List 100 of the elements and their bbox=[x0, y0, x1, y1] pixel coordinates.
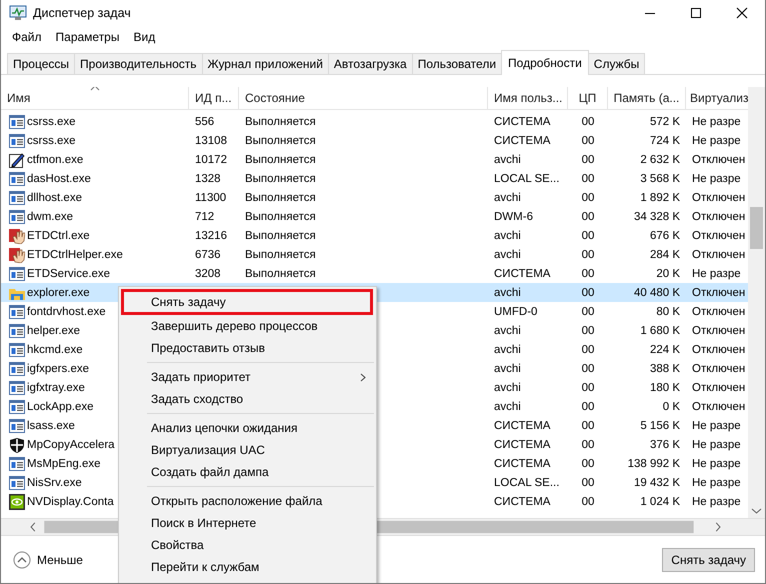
context-menu-item[interactable]: Задать сходство bbox=[119, 388, 376, 410]
context-menu-item[interactable]: Задать приоритет bbox=[119, 366, 376, 388]
tab[interactable]: Производительность bbox=[74, 53, 202, 74]
process-name[interactable]: explorer.exe bbox=[27, 286, 90, 298]
process-name[interactable]: NisSrv.exe bbox=[27, 476, 82, 488]
table-cell: Отключен bbox=[692, 192, 746, 204]
context-menu-item[interactable]: Открыть расположение файла bbox=[119, 490, 376, 512]
table-cell: 10172 bbox=[195, 154, 227, 166]
context-menu-item[interactable]: Создать файл дампа bbox=[119, 461, 376, 483]
column-header[interactable]: ЦП bbox=[568, 87, 608, 109]
app-window-icon bbox=[9, 170, 25, 186]
table-cell: 376 K bbox=[650, 438, 680, 450]
process-name[interactable]: igfxpers.exe bbox=[27, 362, 90, 374]
tab[interactable]: Журнал приложений bbox=[202, 53, 329, 74]
process-name[interactable]: igfxtray.exe bbox=[27, 382, 85, 394]
process-name[interactable]: helper.exe bbox=[27, 324, 80, 336]
table-cell: Выполняется bbox=[245, 172, 316, 184]
column-header[interactable]: Память (а... bbox=[608, 87, 686, 109]
process-name[interactable]: csrss.exe bbox=[27, 116, 76, 128]
column-header[interactable]: ИД п... bbox=[189, 87, 239, 109]
table-cell: СИСТЕМА bbox=[494, 420, 550, 432]
table-cell: Отключен bbox=[692, 210, 746, 222]
process-name[interactable]: dwm.exe bbox=[27, 210, 74, 222]
table-cell: 00 bbox=[582, 172, 594, 184]
column-header[interactable]: Виртуализ bbox=[686, 87, 750, 109]
tab[interactable]: Процессы bbox=[7, 53, 76, 74]
window-title: Диспетчер задач bbox=[33, 6, 131, 20]
menu-item[interactable]: Параметры bbox=[48, 30, 126, 44]
table-cell: СИСТЕМА bbox=[494, 496, 550, 508]
context-menu-item[interactable]: Поиск в Интернете bbox=[119, 512, 376, 534]
table-cell: 724 K bbox=[650, 134, 680, 146]
process-name[interactable]: hkcmd.exe bbox=[27, 344, 83, 356]
table-cell: Отключен bbox=[692, 248, 746, 260]
column-header[interactable]: Имя польз... bbox=[488, 87, 568, 109]
app-window-icon bbox=[9, 322, 25, 338]
table-cell: 40 480 K bbox=[634, 286, 680, 298]
table-cell: 00 bbox=[582, 496, 594, 508]
context-menu-item[interactable]: Завершить дерево процессов bbox=[119, 315, 376, 337]
process-name[interactable]: NVDisplay.Conta bbox=[27, 496, 114, 508]
table-cell: 00 bbox=[582, 210, 594, 222]
process-name[interactable]: MsMpEng.exe bbox=[27, 458, 101, 470]
process-name[interactable]: fontdrvhost.exe bbox=[27, 306, 106, 318]
app-window-icon bbox=[9, 398, 25, 414]
tab[interactable]: Автозагрузка bbox=[328, 53, 413, 74]
table-cell: 3208 bbox=[195, 268, 221, 280]
process-name[interactable]: dasHost.exe bbox=[27, 172, 91, 184]
table-cell: 1 680 K bbox=[640, 324, 680, 336]
column-header[interactable]: Имя bbox=[1, 87, 189, 109]
process-name[interactable]: ETDCtrl.exe bbox=[27, 230, 90, 242]
context-menu-item[interactable]: Виртуализация UAC bbox=[119, 439, 376, 461]
table-cell: 00 bbox=[582, 420, 594, 432]
process-name[interactable]: lsass.exe bbox=[27, 420, 75, 432]
tab[interactable]: Пользователи bbox=[412, 53, 502, 74]
table-cell: 00 bbox=[582, 154, 594, 166]
table-cell: 00 bbox=[582, 286, 594, 298]
process-name[interactable]: dllhost.exe bbox=[27, 192, 82, 204]
process-name[interactable]: ETDService.exe bbox=[27, 268, 110, 280]
process-name[interactable]: ETDCtrlHelper.exe bbox=[27, 248, 123, 260]
context-menu-item[interactable]: Анализ цепочки ожидания bbox=[119, 417, 376, 439]
table-cell: Выполняется bbox=[245, 134, 316, 146]
table-cell: DWM-6 bbox=[494, 210, 533, 222]
table-cell: Не разре bbox=[692, 438, 741, 450]
process-name[interactable]: ctfmon.exe bbox=[27, 154, 84, 166]
table-cell: 1 024 K bbox=[640, 496, 680, 508]
context-menu-item[interactable]: Снять задачу bbox=[121, 289, 373, 315]
pen-icon bbox=[9, 152, 25, 168]
process-name[interactable]: csrss.exe bbox=[27, 134, 76, 146]
menu-item[interactable]: Файл bbox=[5, 30, 49, 44]
menu-item[interactable]: Вид bbox=[126, 30, 162, 44]
table-cell: avchi bbox=[494, 286, 521, 298]
table-cell: 572 K bbox=[650, 116, 680, 128]
end-task-button[interactable]: Снять задачу bbox=[662, 548, 755, 572]
process-name[interactable]: MpCopyAccelera bbox=[27, 438, 115, 450]
chevron-up-icon bbox=[13, 550, 31, 568]
table-cell: Не разре bbox=[692, 134, 741, 146]
table-cell: СИСТЕМА bbox=[494, 438, 550, 450]
context-menu-item[interactable]: Перейти к службам bbox=[119, 556, 376, 578]
table-cell: СИСТЕМА bbox=[494, 458, 550, 470]
table-cell: Выполняется bbox=[245, 116, 316, 128]
table-cell: 556 bbox=[195, 116, 214, 128]
column-header[interactable]: Состояние bbox=[239, 87, 488, 109]
tab[interactable]: Подробности bbox=[501, 50, 589, 75]
fewer-details-toggle[interactable]: Меньше bbox=[13, 550, 83, 568]
table-cell: 00 bbox=[582, 476, 594, 488]
table-cell: avchi bbox=[494, 230, 521, 242]
process-name[interactable]: LockApp.exe bbox=[27, 400, 94, 412]
context-menu-item[interactable]: Свойства bbox=[119, 534, 376, 556]
app-window-icon bbox=[9, 208, 25, 224]
table-cell: Отключен bbox=[692, 306, 746, 318]
tab[interactable]: Службы bbox=[588, 53, 646, 74]
table-cell: 388 K bbox=[650, 362, 680, 374]
table-cell: Не разре bbox=[692, 458, 741, 470]
table-cell: 1 892 K bbox=[640, 192, 680, 204]
table-cell: avchi bbox=[494, 362, 521, 374]
table-cell: Выполняется bbox=[245, 248, 316, 260]
table-cell: 00 bbox=[582, 344, 594, 356]
table-cell: 80 K bbox=[656, 306, 680, 318]
table-cell: 13108 bbox=[195, 134, 227, 146]
table-cell: Выполняется bbox=[245, 230, 316, 242]
context-menu-item[interactable]: Предоставить отзыв bbox=[119, 337, 376, 359]
